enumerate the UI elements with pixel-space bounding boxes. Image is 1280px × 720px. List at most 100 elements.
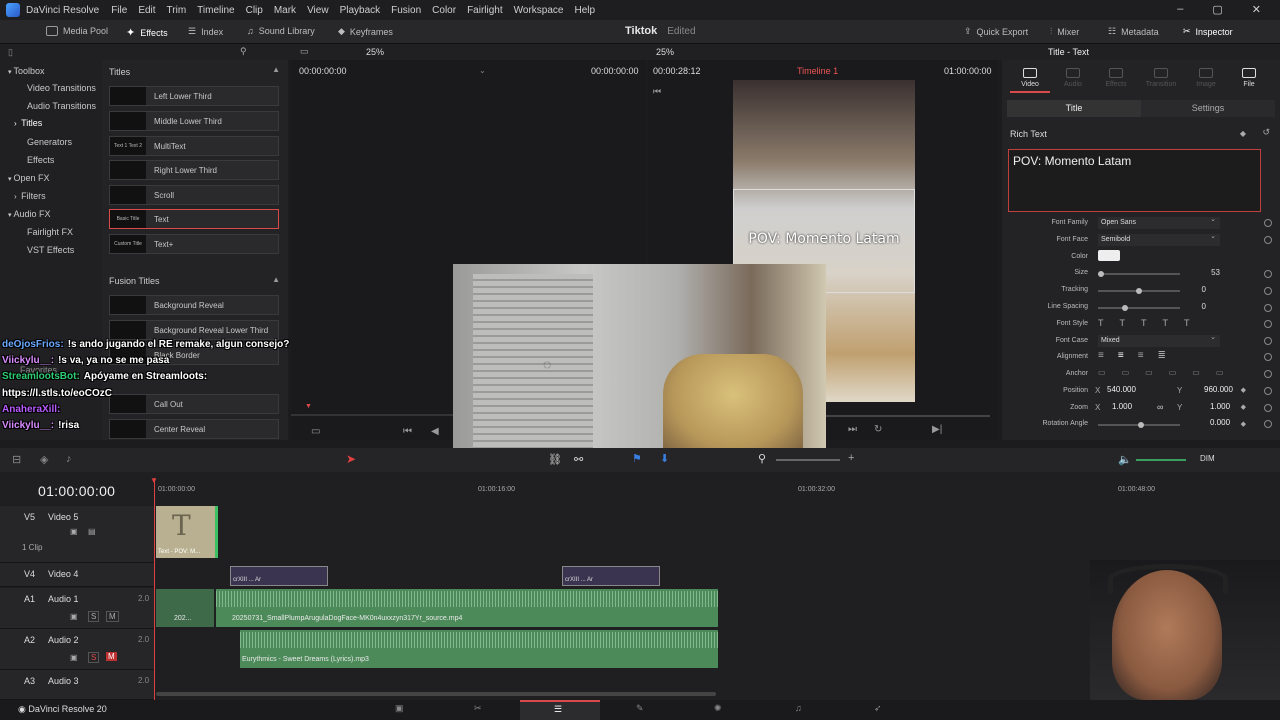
reset-icon[interactable]: [1264, 370, 1272, 378]
linked-selection-icon[interactable]: ⚯: [574, 453, 583, 466]
reset-icon[interactable]: [1264, 236, 1272, 244]
font-family-select[interactable]: Open Sans: [1098, 214, 1220, 229]
fairlight-page-icon[interactable]: ♫: [795, 703, 802, 713]
menu-color[interactable]: Color: [432, 5, 456, 16]
toolbox-effects[interactable]: Effects: [27, 155, 54, 165]
inspector-button[interactable]: ✂ Inspector: [1183, 26, 1233, 37]
color-swatch[interactable]: [1098, 250, 1120, 261]
slider-knob[interactable]: [1136, 288, 1142, 294]
reset-icon[interactable]: [1264, 420, 1272, 428]
audio-icon[interactable]: ♪: [66, 453, 72, 465]
keyframe-icon[interactable]: ◆: [1241, 403, 1246, 411]
timeline-ruler[interactable]: 01:00:00:00 01:00:16:00 01:00:32:00 01:0…: [154, 478, 1280, 506]
next-clip-icon[interactable]: ▶|: [932, 424, 942, 435]
menu-edit[interactable]: Edit: [138, 5, 155, 16]
anchor-middle-icon[interactable]: ▭: [1122, 368, 1130, 377]
size-value[interactable]: 53: [1180, 268, 1220, 277]
menu-clip[interactable]: Clip: [246, 5, 263, 16]
track-name[interactable]: Video 4: [48, 569, 78, 579]
superscript-icon[interactable]: T: [1163, 318, 1169, 328]
v4-clip-2[interactable]: crXIII ... Ar: [562, 566, 660, 586]
title-multitext[interactable]: Text 1 Text 2 MultiText: [109, 136, 279, 156]
menu-mark[interactable]: Mark: [274, 5, 296, 16]
track-monitor-icon[interactable]: ▣: [70, 612, 78, 621]
reset-icon[interactable]: [1264, 219, 1272, 227]
timeline-playhead[interactable]: [154, 478, 155, 700]
search-icon[interactable]: ⚲: [240, 46, 247, 57]
slider-knob[interactable]: [1122, 305, 1128, 311]
menu-workspace[interactable]: Workspace: [514, 5, 564, 16]
jump-end-icon[interactable]: ⏭: [848, 424, 857, 435]
zoom-in-icon[interactable]: +: [848, 452, 854, 464]
play-reverse-icon[interactable]: ◀: [431, 426, 439, 437]
zoom-slider[interactable]: [776, 459, 840, 461]
link-icon[interactable]: ∞: [1157, 402, 1163, 412]
v4-clip-1[interactable]: crXIII ... Ar: [230, 566, 328, 586]
toolbox-video-transitions[interactable]: Video Transitions: [27, 83, 96, 93]
fairlight-fx[interactable]: Fairlight FX: [27, 227, 73, 237]
viewer-layout-icon[interactable]: ▭: [300, 46, 309, 57]
keyframes-button[interactable]: ◆ Keyframes: [338, 26, 393, 37]
tab-audio[interactable]: Audio: [1051, 64, 1095, 88]
reset-icon[interactable]: [1264, 287, 1272, 295]
rotation-value[interactable]: 0.000: [1210, 418, 1230, 427]
menu-fairlight[interactable]: Fairlight: [467, 5, 503, 16]
collapse-icon[interactable]: ▲: [272, 275, 280, 284]
toolbox-titles[interactable]: › Titles: [14, 118, 42, 128]
menu-help[interactable]: Help: [574, 5, 595, 16]
tab-video[interactable]: Video: [1008, 64, 1052, 88]
fusion-title-call-out[interactable]: Call Out: [109, 394, 279, 414]
a1-clip[interactable]: 20250731_SmallPlumpArugulaDogFace-MK0n4u…: [216, 589, 718, 627]
subtab-settings[interactable]: Settings: [1141, 100, 1275, 117]
link-icon[interactable]: ⛓: [548, 453, 562, 466]
mixer-button[interactable]: ⫶ Mixer: [1050, 26, 1079, 37]
rich-text-editor[interactable]: POV: Momento Latam: [1008, 149, 1261, 212]
deliver-page-icon[interactable]: ➶: [874, 703, 882, 714]
menu-view[interactable]: View: [307, 5, 329, 16]
a2-clip[interactable]: Eurythmics - Sweet Dreams (Lyrics).mp3: [240, 630, 718, 668]
menu-playback[interactable]: Playback: [340, 5, 381, 16]
volume-slider[interactable]: [1136, 459, 1186, 461]
reset-icon[interactable]: [1264, 320, 1272, 328]
title-middle-lower-third[interactable]: Middle Lower Third: [109, 111, 279, 131]
selection-tool-icon[interactable]: ➤: [346, 452, 356, 466]
anchor-left-icon[interactable]: ▭: [1169, 368, 1177, 377]
zoom-y-value[interactable]: 1.000: [1210, 402, 1230, 411]
slider-knob[interactable]: [1138, 422, 1144, 428]
timeline-name[interactable]: Timeline 1: [797, 66, 838, 76]
metadata-button[interactable]: ☷ Metadata: [1108, 26, 1159, 37]
track-lock-icon[interactable]: ▤: [88, 527, 96, 536]
timeline-scrollbar[interactable]: [156, 692, 716, 696]
fusion-page-icon[interactable]: ✎: [636, 703, 644, 714]
align-right-icon[interactable]: ≡: [1138, 350, 1144, 361]
flag-icon[interactable]: ⚑: [632, 452, 642, 465]
anchor-center-icon[interactable]: ▭: [1192, 368, 1200, 377]
title-left-lower-third[interactable]: Left Lower Third: [109, 86, 279, 106]
tab-file[interactable]: File: [1227, 64, 1271, 88]
tracking-value[interactable]: 0: [1166, 285, 1206, 294]
italic-icon[interactable]: T: [1120, 318, 1126, 328]
layout-icon[interactable]: ⊟: [12, 453, 21, 466]
source-zoom[interactable]: 25%: [366, 47, 384, 57]
jump-icon[interactable]: ⏮: [653, 86, 661, 97]
toolbox-audio-transitions[interactable]: Audio Transitions: [27, 101, 96, 111]
menu-trim[interactable]: Trim: [167, 5, 187, 16]
title-text-plus[interactable]: Custom Title Text+: [109, 234, 279, 254]
text-style-icon[interactable]: T: [1098, 318, 1104, 328]
minimize-icon[interactable]: –: [1177, 3, 1183, 16]
track-video-icon[interactable]: ▣: [70, 527, 78, 536]
position-y-value[interactable]: 960.000: [1204, 385, 1233, 394]
cut-page-icon[interactable]: ✂: [474, 703, 482, 714]
collapse-icon[interactable]: ▲: [272, 65, 280, 74]
playhead-icon[interactable]: ▼: [305, 403, 312, 410]
slider-knob[interactable]: [1098, 271, 1104, 277]
reset-icon[interactable]: ↺: [1262, 127, 1270, 138]
jump-start-icon[interactable]: ⏮: [403, 426, 412, 437]
vst-effects[interactable]: VST Effects: [27, 245, 74, 255]
snapping-icon[interactable]: ◈: [40, 453, 48, 466]
reset-icon[interactable]: [1264, 387, 1272, 395]
index-button[interactable]: ☰ Index: [188, 26, 223, 37]
open-fx-filters[interactable]: › Filters: [14, 191, 46, 201]
title-text[interactable]: Basic Title Text: [109, 209, 279, 229]
subtab-title[interactable]: Title: [1007, 100, 1141, 117]
